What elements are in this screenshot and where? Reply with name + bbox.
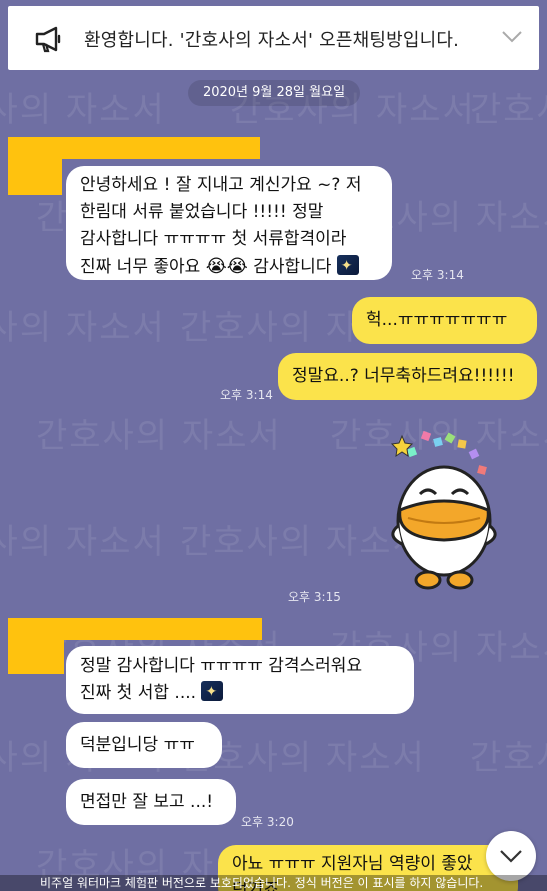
- message-time: 오후 3:14: [220, 388, 273, 402]
- notice-banner[interactable]: 환영합니다. '간호사의 자소서' 오픈채팅방입니다.: [8, 6, 539, 70]
- message-text: 헉...ㅠㅠㅠㅠㅠㅠㅠ: [366, 310, 508, 330]
- message-line: 진짜 너무 좋아요: [80, 257, 201, 277]
- watermark: 간호사의 자소서: [0, 522, 166, 562]
- message-time: 오후 3:14: [411, 268, 464, 282]
- watermark: 간호사의 자소서: [36, 416, 282, 456]
- message-bubble[interactable]: 덕분입니당 ㅠㅠ: [66, 722, 222, 768]
- avatar-redaction: [8, 137, 62, 195]
- message-time: 오후 3:15: [288, 590, 341, 604]
- watermark: 간호사의 자소서: [0, 308, 166, 348]
- watermark: 간호사의 자소서: [470, 738, 547, 778]
- message-line: 감사합니다 ㅠㅠㅠㅠ 첫 서류합격이라: [80, 229, 347, 249]
- megaphone-icon: [35, 26, 61, 53]
- watermark: 간호사의 자소서: [0, 90, 166, 130]
- message-bubble[interactable]: 헉...ㅠㅠㅠㅠㅠㅠㅠ: [352, 297, 537, 344]
- message-bubble[interactable]: 정말요..? 너무축하드려요!!!!!!: [278, 353, 537, 400]
- message-bubble[interactable]: 면접만 잘 보고 ...!: [66, 779, 236, 825]
- notice-text: 환영합니다. '간호사의 자소서' 오픈채팅방입니다.: [84, 30, 460, 51]
- sticker-image[interactable]: [384, 426, 504, 596]
- message-line: 감사합니다: [253, 257, 332, 277]
- message-line: 진짜 첫 서합 ....: [80, 683, 197, 703]
- message-line: 정말 감사합니다 ㅠㅠㅠㅠ 감격스러워요: [80, 656, 363, 676]
- chevron-down-icon[interactable]: [501, 30, 523, 44]
- fireworks-emoji-icon: [336, 253, 359, 280]
- avatar-redaction: [8, 618, 64, 674]
- message-text: 면접만 잘 보고 ...!: [80, 792, 214, 812]
- message-bubble[interactable]: 정말 감사합니다 ㅠㅠㅠㅠ 감격스러워요 진짜 첫 서합 ....: [66, 646, 414, 714]
- date-divider: 2020년 9월 28일 월요일: [188, 80, 360, 106]
- message-line: 아뇨 ㅠㅠㅠ 지원자님 역량이 좋았: [232, 854, 473, 874]
- chevron-down-icon: [500, 850, 522, 863]
- crying-emoji-icon: 😭😭: [205, 256, 248, 277]
- scroll-to-bottom-button[interactable]: [486, 831, 536, 881]
- message-line: 한림대 서류 붙었습니다 !!!!! 정말: [80, 202, 324, 222]
- watermark-banner: 비주얼 워터마크 체험판 버전으로 보호되었습니다. 정식 버전은 이 표시를 …: [0, 875, 547, 891]
- message-bubble[interactable]: 안녕하세요 ! 잘 지내고 계신가요 ~? 저 한림대 서류 붙었습니다 !!!…: [66, 166, 392, 280]
- message-line: 안녕하세요 ! 잘 지내고 계신가요 ~? 저: [80, 175, 362, 195]
- message-text: 정말요..? 너무축하드려요!!!!!!: [292, 366, 515, 386]
- message-time: 오후 3:20: [241, 815, 294, 829]
- watermark: 간호사의 자소서: [470, 90, 547, 130]
- fireworks-emoji-icon: [201, 679, 224, 706]
- message-text: 덕분입니당 ㅠㅠ: [80, 735, 195, 755]
